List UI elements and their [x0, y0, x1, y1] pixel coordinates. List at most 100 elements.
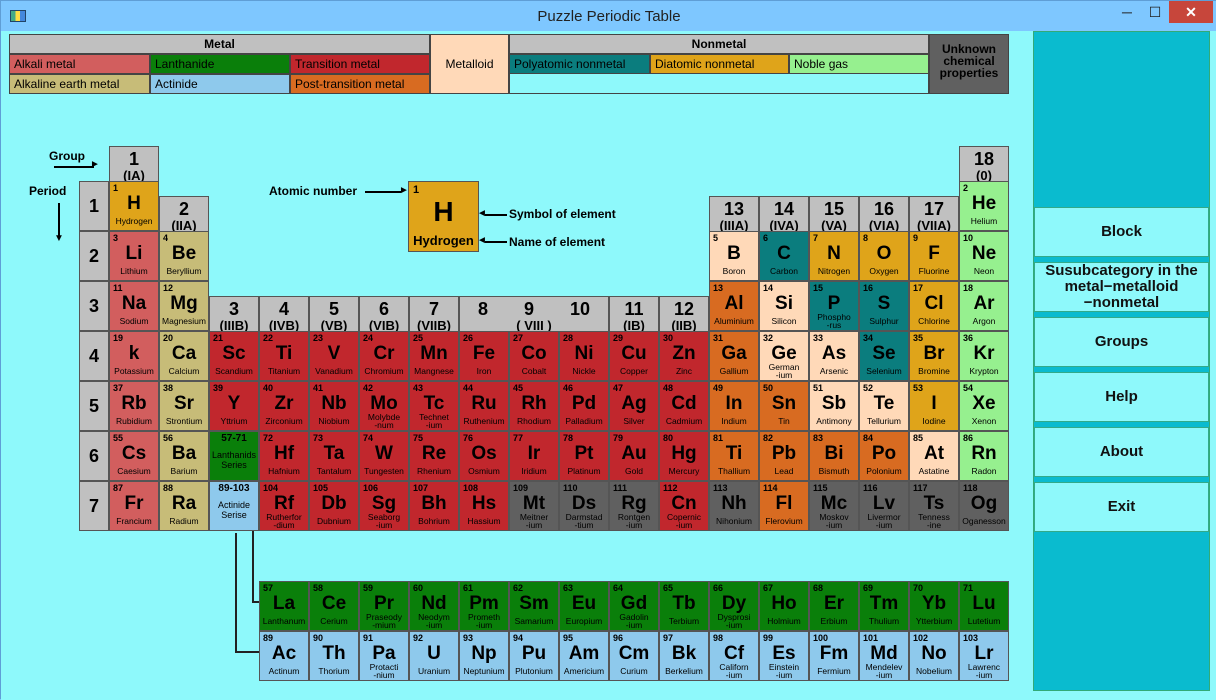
element-cell[interactable]: 101 Md Mendelev -ium [859, 631, 909, 681]
element-cell[interactable]: 29 Cu Copper [609, 331, 659, 381]
element-cell[interactable]: 102 No Nobelium [909, 631, 959, 681]
element-cell[interactable]: 1 H Hydrogen [109, 181, 159, 231]
element-cell[interactable]: 62 Sm Samarium [509, 581, 559, 631]
element-cell[interactable]: 58 Ce Cerium [309, 581, 359, 631]
legend-polyatomic-nonmetal[interactable]: Polyatomic nonmetal [509, 54, 650, 74]
about-button[interactable]: About [1034, 427, 1209, 477]
element-cell[interactable]: 88 Ra Radium [159, 481, 209, 531]
element-cell[interactable]: 67 Ho Holmium [759, 581, 809, 631]
element-cell[interactable]: 48 Cd Cadmium [659, 381, 709, 431]
element-cell[interactable]: 38 Sr Strontium [159, 381, 209, 431]
element-cell[interactable]: 87 Fr Francium [109, 481, 159, 531]
subcategory-button[interactable]: Susubcategory in the metal−metalloid −no… [1034, 262, 1209, 312]
element-cell[interactable]: 74 W Tungesten [359, 431, 409, 481]
element-cell[interactable]: 84 Po Polonium [859, 431, 909, 481]
element-cell[interactable]: 18 Ar Argon [959, 281, 1009, 331]
element-cell[interactable]: 56 Ba Barium [159, 431, 209, 481]
element-cell[interactable]: 23 V Vanadium [309, 331, 359, 381]
element-cell[interactable]: 44 Ru Ruthenium [459, 381, 509, 431]
element-cell[interactable]: 85 At Astatine [909, 431, 959, 481]
element-cell[interactable]: 109 Mt Meitner -ium [509, 481, 559, 531]
element-cell[interactable]: 103 Lr Lawrenc -ium [959, 631, 1009, 681]
element-cell[interactable]: 2 He Helium [959, 181, 1009, 231]
element-cell[interactable]: 98 Cf Californ -ium [709, 631, 759, 681]
element-cell[interactable]: 21 Sc Scandium [209, 331, 259, 381]
element-cell[interactable]: 27 Co Cobalt [509, 331, 559, 381]
element-cell[interactable]: 81 Ti Thallium [709, 431, 759, 481]
element-cell[interactable]: 92 U Uranium [409, 631, 459, 681]
element-cell[interactable]: 41 Nb Niobium [309, 381, 359, 431]
element-cell[interactable]: 13 Al Aluminium [709, 281, 759, 331]
element-cell[interactable]: 71 Lu Lutetium [959, 581, 1009, 631]
element-cell[interactable]: 14 Si Silicon [759, 281, 809, 331]
element-cell[interactable]: 43 Tc Technet -ium [409, 381, 459, 431]
legend-unknown-properties[interactable]: Unknown chemical properties [929, 34, 1009, 94]
element-cell[interactable]: 3 Li Lithium [109, 231, 159, 281]
element-cell[interactable]: 30 Zn Zinc [659, 331, 709, 381]
element-cell[interactable]: 77 Ir Iridium [509, 431, 559, 481]
element-cell[interactable]: 51 Sb Antimony [809, 381, 859, 431]
exit-button[interactable]: Exit [1034, 482, 1209, 532]
element-cell[interactable]: 96 Cm Curium [609, 631, 659, 681]
legend-lanthanide[interactable]: Lanthanide [150, 54, 290, 74]
element-cell[interactable]: 33 As Arsenic [809, 331, 859, 381]
placeholder-lanthanides[interactable]: 57-71 Lanthanids Series [209, 431, 259, 481]
element-cell[interactable]: 55 Cs Caesium [109, 431, 159, 481]
element-cell[interactable]: 80 Hg Mercury [659, 431, 709, 481]
element-cell[interactable]: 105 Db Dubnium [309, 481, 359, 531]
element-cell[interactable]: 112 Cn Copernic -ium [659, 481, 709, 531]
element-cell[interactable]: 35 Br Bromine [909, 331, 959, 381]
element-cell[interactable]: 53 I Iodine [909, 381, 959, 431]
element-cell[interactable]: 83 Bi Bismuth [809, 431, 859, 481]
element-cell[interactable]: 5 B Boron [709, 231, 759, 281]
legend-post-transition-metal[interactable]: Post-transition metal [290, 74, 430, 94]
element-cell[interactable]: 70 Yb Ytterbium [909, 581, 959, 631]
element-cell[interactable]: 78 Pt Platinum [559, 431, 609, 481]
element-cell[interactable]: 104 Rf Rutherfor -dium [259, 481, 309, 531]
legend-transition-metal[interactable]: Transition metal [290, 54, 430, 74]
element-cell[interactable]: 114 Fl Flerovium [759, 481, 809, 531]
element-cell[interactable]: 31 Ga Gallium [709, 331, 759, 381]
legend-diatomic-nonmetal[interactable]: Diatomic nonmetal [650, 54, 789, 74]
element-cell[interactable]: 90 Th Thorium [309, 631, 359, 681]
legend-alkali-metal[interactable]: Alkali metal [9, 54, 150, 74]
legend-metalloid[interactable]: Metalloid [430, 34, 509, 94]
legend-actinide[interactable]: Actinide [150, 74, 290, 94]
element-cell[interactable]: 93 Np Neptunium [459, 631, 509, 681]
element-cell[interactable]: 47 Ag Silver [609, 381, 659, 431]
element-cell[interactable]: 86 Rn Radon [959, 431, 1009, 481]
element-cell[interactable]: 50 Sn Tin [759, 381, 809, 431]
element-cell[interactable]: 40 Zr Zirconium [259, 381, 309, 431]
element-cell[interactable]: 60 Nd Neodym -ium [409, 581, 459, 631]
element-cell[interactable]: 99 Es Einstein -ium [759, 631, 809, 681]
element-cell[interactable]: 28 Ni Nickle [559, 331, 609, 381]
placeholder-actinides[interactable]: 89-103 Actinide Serise [209, 481, 259, 531]
element-cell[interactable]: 36 Kr Krypton [959, 331, 1009, 381]
element-cell[interactable]: 39 Y Yttrium [209, 381, 259, 431]
element-cell[interactable]: 79 Au Gold [609, 431, 659, 481]
legend-noble-gas[interactable]: Noble gas [789, 54, 929, 74]
element-cell[interactable]: 15 P Phospho -rus [809, 281, 859, 331]
element-cell[interactable]: 6 C Carbon [759, 231, 809, 281]
element-cell[interactable]: 59 Pr Praseody -mium [359, 581, 409, 631]
element-cell[interactable]: 10 Ne Neon [959, 231, 1009, 281]
element-cell[interactable]: 111 Rg Rontgen -ium [609, 481, 659, 531]
element-cell[interactable]: 20 Ca Calcium [159, 331, 209, 381]
element-cell[interactable]: 115 Mc Moskov -ium [809, 481, 859, 531]
element-cell[interactable]: 61 Pm Prometh -ium [459, 581, 509, 631]
element-cell[interactable]: 89 Ac Actinum [259, 631, 309, 681]
element-cell[interactable]: 107 Bh Bohrium [409, 481, 459, 531]
element-cell[interactable]: 82 Pb Lead [759, 431, 809, 481]
element-cell[interactable]: 64 Gd Gadolin -ium [609, 581, 659, 631]
element-cell[interactable]: 25 Mn Mangnese [409, 331, 459, 381]
groups-button[interactable]: Groups [1034, 317, 1209, 367]
element-cell[interactable]: 117 Ts Tenness -ine [909, 481, 959, 531]
element-cell[interactable]: 8 O Oxygen [859, 231, 909, 281]
element-cell[interactable]: 73 Ta Tantalum [309, 431, 359, 481]
title-bar[interactable]: Puzzle Periodic Table ─ ☐ ✕ [1, 1, 1216, 31]
element-cell[interactable]: 94 Pu Plutonium [509, 631, 559, 681]
element-cell[interactable]: 57 La Lanthanum [259, 581, 309, 631]
element-cell[interactable]: 26 Fe Iron [459, 331, 509, 381]
element-cell[interactable]: 113 Nh Nihonium [709, 481, 759, 531]
legend-alkaline-earth-metal[interactable]: Alkaline earth metal [9, 74, 150, 94]
